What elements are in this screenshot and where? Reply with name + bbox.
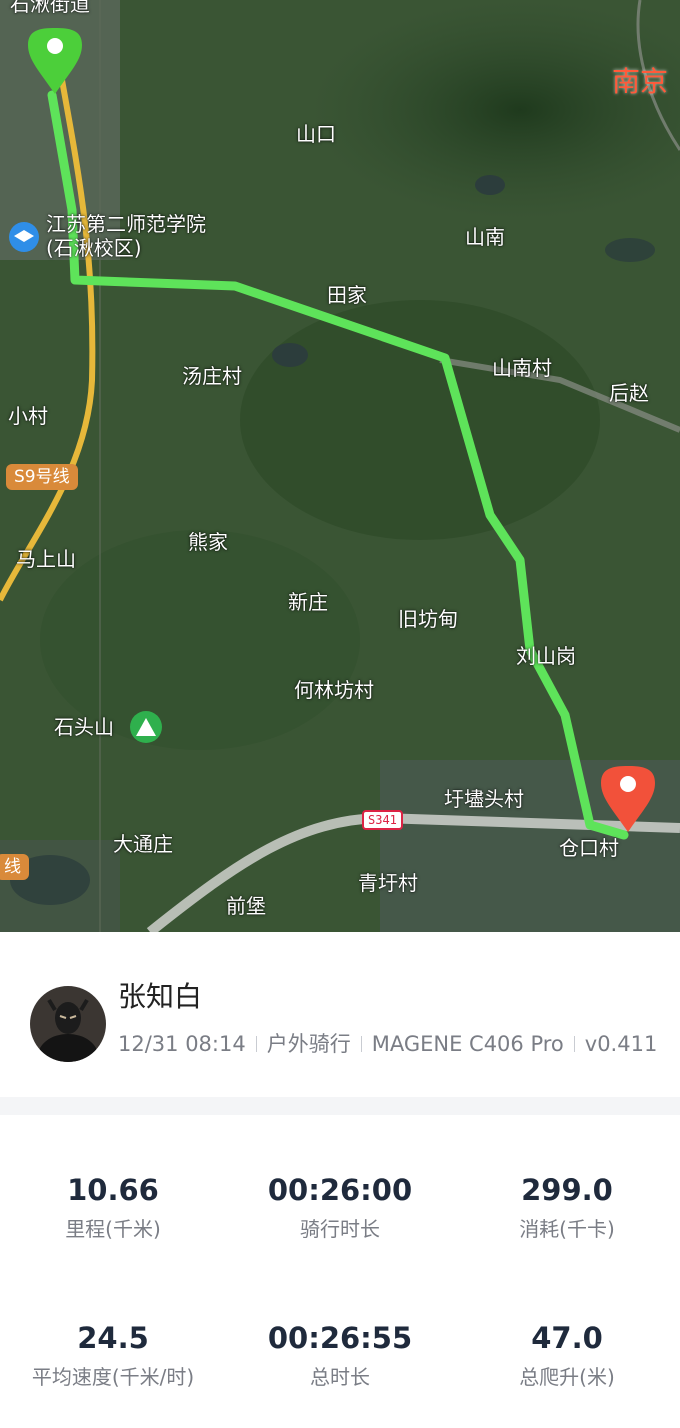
map-label: 田家 (327, 283, 367, 307)
map-city-label: 南京 (612, 65, 669, 98)
stat-ride-time: 00:26:00 骑行时长 (227, 1173, 453, 1243)
map-label: 前堡 (226, 894, 266, 918)
map-label: 石头山 (54, 715, 114, 739)
stat-label: 消耗(千卡) (519, 1217, 615, 1241)
stat-label: 骑行时长 (300, 1217, 380, 1241)
stats-grid: 10.66 里程(千米) 00:26:00 骑行时长 299.0 消耗(千卡) … (0, 1115, 680, 1428)
map-label: 何林坊村 (294, 678, 374, 702)
map-label: 后赵 (609, 381, 649, 405)
map-label: 仓口村 (559, 836, 619, 860)
map-label: 熊家 (188, 530, 228, 554)
school-icon (9, 222, 39, 252)
divider (360, 1036, 362, 1052)
stat-value: 47.0 (531, 1321, 603, 1355)
road-shield: S341 (362, 810, 403, 830)
map-label: 旧坊甸 (398, 607, 458, 631)
firmware-version: v0.411 (584, 1032, 658, 1056)
user-name: 张知白 (118, 980, 203, 1013)
stat-value: 00:26:55 (267, 1321, 413, 1355)
highway-badge: S9号线 (6, 464, 78, 490)
stat-total-time: 00:26:55 总时长 (227, 1321, 453, 1391)
map-label: 江苏第二师范学院(石湫校区) (46, 212, 206, 260)
stat-elevation-gain: 47.0 总爬升(米) (454, 1321, 680, 1391)
activity-type: 户外骑行 (266, 1032, 351, 1056)
stat-label: 总爬升(米) (519, 1365, 615, 1389)
divider (573, 1036, 575, 1052)
device-name: MAGENE C406 Pro (371, 1032, 564, 1056)
map-label: 山南 (465, 225, 505, 249)
map-background (0, 0, 680, 932)
stat-value: 299.0 (521, 1173, 613, 1207)
stat-calories: 299.0 消耗(千卡) (454, 1173, 680, 1243)
stat-value: 24.5 (77, 1321, 149, 1355)
stat-value: 10.66 (67, 1173, 159, 1207)
stat-label: 总时长 (310, 1365, 370, 1389)
stat-value: 00:26:00 (267, 1173, 413, 1207)
avatar[interactable] (30, 986, 106, 1062)
map-label: 石湫街道 (10, 0, 90, 16)
map-label: 汤庄村 (182, 364, 242, 388)
activity-panel: 张知白 12/31 08:14 户外骑行 MAGENE C406 Pro v0.… (0, 932, 680, 1428)
map-label: 大通庄 (113, 832, 173, 856)
map-label: 马上山 (16, 547, 76, 571)
stat-avg-speed: 24.5 平均速度(千米/时) (0, 1321, 226, 1391)
map-label: 山口 (296, 122, 336, 146)
divider (255, 1036, 257, 1052)
map-label: 新庄 (288, 590, 328, 614)
map-label: 山南村 (492, 356, 552, 380)
activity-datetime: 12/31 08:14 (118, 1032, 246, 1056)
user-card: 张知白 12/31 08:14 户外骑行 MAGENE C406 Pro v0.… (0, 932, 680, 1097)
stat-label: 平均速度(千米/时) (31, 1365, 195, 1389)
route-map[interactable]: 石湫街道 南京 山口 江苏第二师范学院(石湫校区) 山南 田家 汤庄村 山南村 … (0, 0, 680, 932)
map-label: 青圩村 (358, 871, 418, 895)
map-label: 圩壗头村 (444, 787, 524, 811)
line-badge: 线 (0, 854, 29, 880)
map-label: 小村 (8, 404, 48, 428)
map-label: 刘山岗 (516, 644, 576, 668)
activity-meta: 12/31 08:14 户外骑行 MAGENE C406 Pro v0.411 (118, 1030, 657, 1058)
stat-distance: 10.66 里程(千米) (0, 1173, 226, 1243)
stat-label: 里程(千米) (65, 1217, 161, 1241)
mountain-icon (130, 711, 162, 743)
